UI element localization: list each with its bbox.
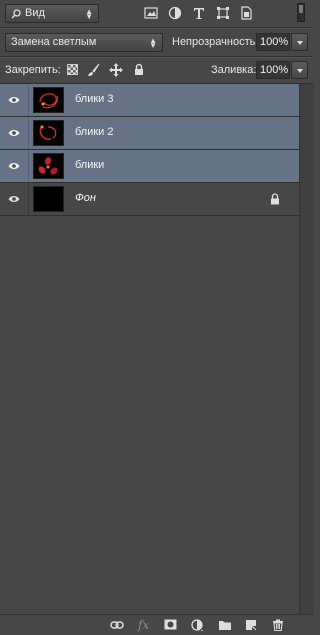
blend-mode-value: Замена светлым — [11, 36, 97, 48]
layer-thumbnail — [33, 153, 64, 179]
opacity-dropdown-button[interactable] — [291, 33, 308, 51]
blend-row: Замена светлым ▲ ▼ Непрозрачность: 100% — [0, 29, 313, 56]
eye-icon — [8, 97, 20, 103]
filter-adjustment-layers-icon[interactable] — [168, 6, 182, 20]
layer-filter-row: Вид ▲ ▼ — [0, 0, 313, 27]
layer-name: блики — [75, 159, 105, 171]
layers-scrollbar[interactable] — [299, 84, 314, 614]
fill-dropdown-button[interactable] — [291, 61, 308, 79]
add-mask-icon[interactable] — [164, 619, 177, 631]
new-layer-icon[interactable] — [245, 619, 258, 631]
filter-kind-label: Вид — [25, 7, 45, 19]
eye-icon — [8, 196, 20, 202]
layer-row[interactable]: Фон — [0, 183, 299, 216]
eye-icon — [8, 163, 20, 169]
eye-icon — [8, 130, 20, 136]
filter-pixel-layers-icon[interactable] — [144, 6, 158, 20]
lock-all-icon[interactable] — [134, 63, 144, 79]
layer-name: блики 3 — [75, 93, 114, 105]
layer-visibility-toggle[interactable] — [0, 150, 29, 182]
lock-image-pixels-icon[interactable] — [87, 63, 101, 80]
filter-type-layers-icon[interactable] — [192, 6, 206, 20]
layer-thumbnail — [33, 186, 64, 212]
chevron-down-icon: ▼ — [149, 41, 157, 50]
layer-visibility-toggle[interactable] — [0, 117, 29, 149]
fx-layer-style-icon[interactable]: fx — [138, 618, 151, 632]
lock-icon — [271, 193, 279, 205]
layer-row[interactable]: блики — [0, 150, 299, 183]
opacity-input[interactable]: 100% — [256, 33, 290, 51]
lock-position-icon[interactable] — [109, 63, 123, 80]
lock-transparent-pixels-icon[interactable] — [67, 64, 78, 75]
filter-kind-dropdown[interactable]: Вид ▲ ▼ — [5, 4, 99, 23]
delete-layer-trash-icon[interactable] — [272, 619, 285, 632]
layer-name: Фон — [75, 192, 96, 204]
search-icon — [11, 8, 21, 25]
filter-shape-layers-icon[interactable] — [216, 6, 230, 20]
link-layers-icon[interactable] — [110, 619, 124, 631]
layer-thumbnail — [33, 87, 64, 113]
fill-label: Заливка: — [211, 64, 257, 76]
layer-visibility-toggle[interactable] — [0, 183, 29, 215]
chevron-down-icon: ▼ — [85, 12, 93, 21]
layer-visibility-toggle[interactable] — [0, 84, 29, 116]
layers-bottom-toolbar: fx — [0, 614, 313, 635]
layer-thumbnail — [33, 120, 64, 146]
layer-row[interactable]: блики 2 — [0, 117, 299, 150]
opacity-label: Непрозрачность: — [172, 36, 259, 48]
layer-name: блики 2 — [75, 126, 114, 138]
blend-mode-dropdown[interactable]: Замена светлым ▲ ▼ — [5, 33, 163, 52]
lock-label: Закрепить: — [5, 64, 61, 76]
filter-toggle-switch[interactable] — [297, 3, 305, 22]
fill-input[interactable]: 100% — [256, 61, 290, 79]
layer-row[interactable]: блики 3 — [0, 84, 299, 117]
lock-row: Закрепить: Заливка: 100% — [0, 58, 313, 83]
adjustment-layer-icon[interactable] — [191, 619, 204, 632]
filter-smart-objects-icon[interactable] — [239, 6, 253, 20]
new-group-folder-icon[interactable] — [218, 619, 231, 631]
layers-list: блики 3 блики 2 блики Фон — [0, 84, 299, 216]
